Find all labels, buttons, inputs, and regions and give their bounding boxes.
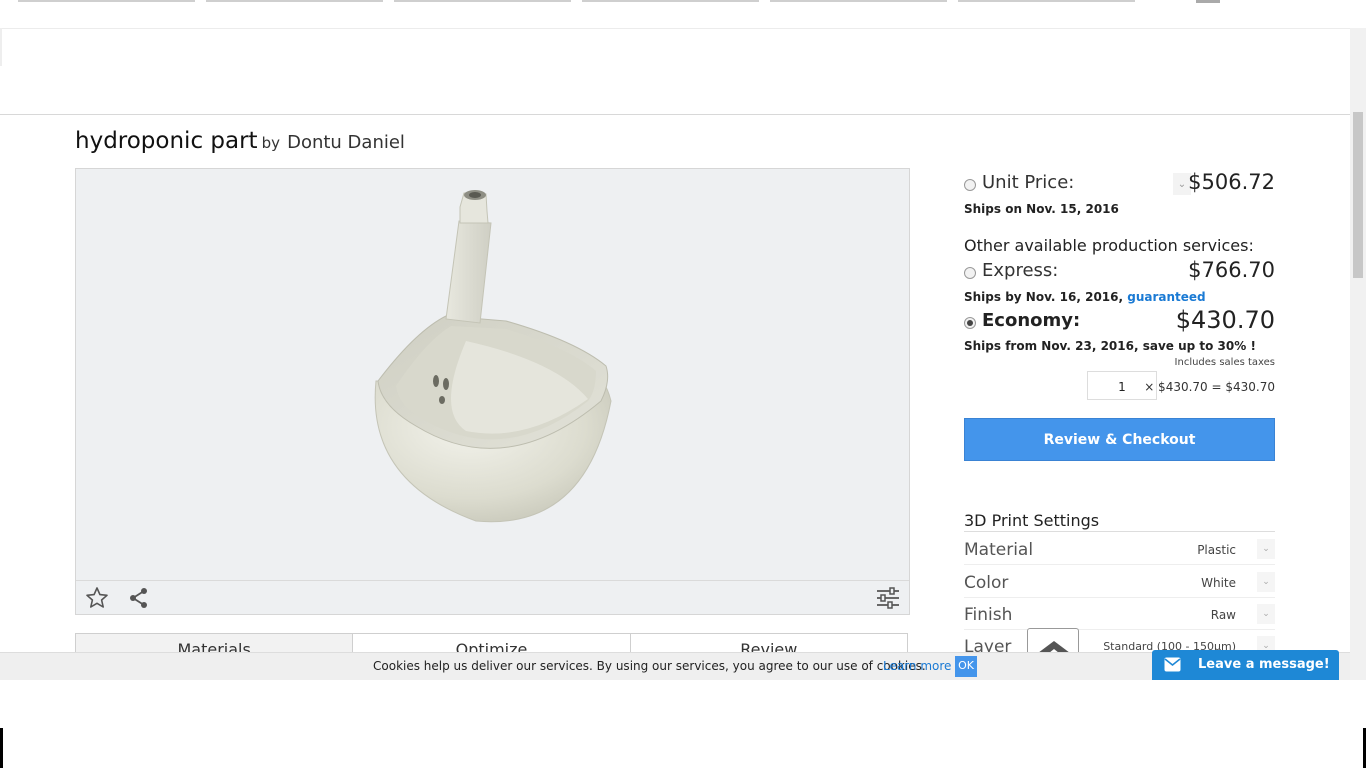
viewer-toolbar	[76, 580, 909, 614]
unit-price-radio[interactable]	[964, 179, 976, 191]
model-render	[374, 190, 612, 523]
setting-value: Plastic	[1197, 543, 1236, 557]
unit-price-row[interactable]: Unit Price: ⌄ $506.72	[964, 170, 1275, 198]
setting-name: Finish	[964, 605, 1013, 625]
quantity-total: × $430.70 = $430.70	[1144, 380, 1275, 394]
unit-price-label: Unit Price:	[982, 172, 1075, 193]
tab-segment[interactable]	[582, 0, 759, 2]
setting-name: Material	[964, 540, 1034, 560]
chevron-down-icon[interactable]: ⌄	[1257, 604, 1275, 624]
guaranteed-link[interactable]: guaranteed	[1127, 290, 1205, 304]
express-row[interactable]: Express: $766.70	[964, 258, 1275, 286]
learn-more-link[interactable]: Learn more	[883, 659, 951, 673]
setting-material[interactable]: Material Plastic ⌄	[964, 535, 1275, 565]
economy-row[interactable]: Economy: $430.70	[964, 306, 1275, 334]
tab-segment-small[interactable]	[1196, 0, 1220, 3]
envelope-icon	[1164, 657, 1181, 672]
star-icon[interactable]	[84, 585, 110, 611]
tax-note: Includes sales taxes	[1174, 357, 1275, 368]
share-icon[interactable]	[126, 585, 152, 611]
scrollbar[interactable]: ▼	[1350, 28, 1366, 699]
page-footer-area	[2, 680, 1366, 728]
tab-segment[interactable]	[958, 0, 1135, 2]
leave-message-button[interactable]: Leave a message!	[1152, 650, 1339, 680]
leave-message-label: Leave a message!	[1198, 657, 1330, 672]
express-radio[interactable]	[964, 267, 976, 279]
setting-finish[interactable]: Finish Raw ⌄	[964, 600, 1275, 630]
setting-color[interactable]: Color White ⌄	[964, 568, 1275, 598]
economy-label: Economy:	[982, 310, 1081, 331]
tab-segment[interactable]	[18, 0, 195, 2]
model-viewer[interactable]	[75, 168, 910, 615]
author-link[interactable]: Dontu Daniel	[287, 132, 405, 153]
unit-price-value: $506.72	[1188, 170, 1275, 194]
cookie-bar: Cookies help us deliver our services. By…	[0, 652, 1350, 680]
cookie-text: Cookies help us deliver our services. By…	[373, 659, 926, 673]
cookie-ok-button[interactable]: OK	[955, 656, 977, 677]
setting-value: White	[1201, 576, 1236, 590]
page: { "product": { "title": "hydroponic part…	[0, 0, 1366, 768]
economy-ship-line: Ships from Nov. 23, 2016, save up to 30%…	[964, 339, 1256, 353]
by-label: by	[261, 134, 280, 152]
product-title: hydroponic part	[75, 128, 258, 154]
economy-price: $430.70	[1175, 306, 1275, 334]
tab-segment[interactable]	[770, 0, 947, 2]
economy-radio[interactable]	[964, 317, 976, 329]
header-edge	[0, 28, 2, 66]
settings-sliders-icon[interactable]	[875, 585, 901, 611]
scrollbar-thumb[interactable]	[1353, 112, 1363, 278]
express-price: $766.70	[1188, 258, 1275, 282]
tab-segment[interactable]	[394, 0, 571, 2]
chevron-down-icon[interactable]: ⌄	[1257, 539, 1275, 559]
tab-segment[interactable]	[206, 0, 383, 2]
setting-value: Raw	[1210, 608, 1236, 622]
print-settings-title: 3D Print Settings	[964, 511, 1100, 530]
express-ship-line: Ships by Nov. 16, 2016, guaranteed	[964, 290, 1206, 304]
express-label: Express:	[982, 260, 1059, 281]
express-ship-date: Ships by Nov. 16, 2016,	[964, 290, 1124, 304]
unit-ship-date: Ships on Nov. 15, 2016	[964, 202, 1119, 216]
review-checkout-button[interactable]: Review & Checkout	[964, 418, 1275, 461]
setting-name: Color	[964, 573, 1009, 593]
divider	[964, 531, 1275, 532]
browser-tab-strip	[0, 0, 1366, 4]
window-edge	[0, 728, 3, 768]
other-services-label: Other available production services:	[964, 236, 1254, 255]
product-title-row: hydroponic part by Dontu Daniel	[75, 128, 405, 154]
chevron-down-icon[interactable]: ⌄	[1257, 572, 1275, 592]
site-header	[0, 28, 1366, 115]
